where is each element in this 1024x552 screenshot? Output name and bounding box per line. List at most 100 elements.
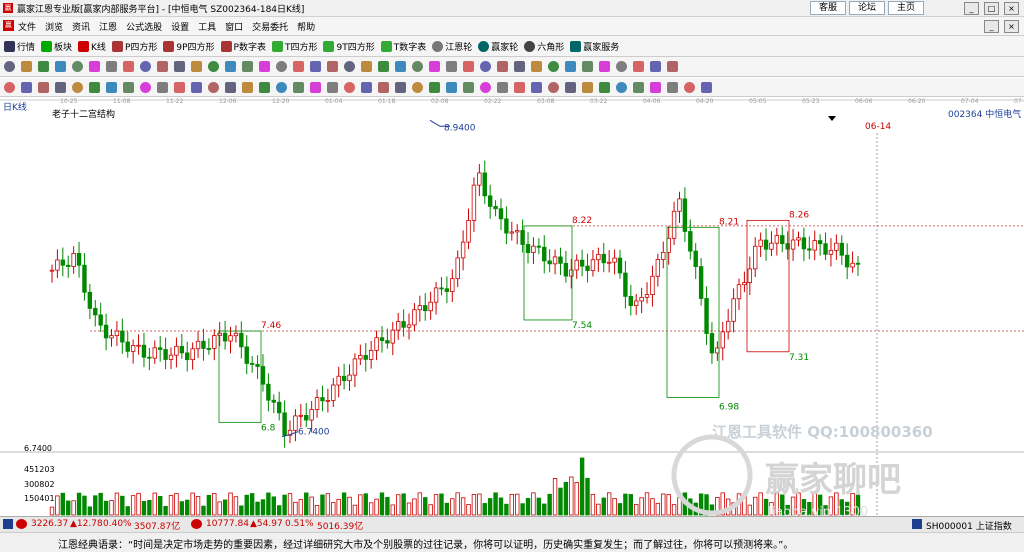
tool-icon-2-38[interactable] bbox=[650, 61, 661, 72]
tool-icon-2-30[interactable] bbox=[514, 61, 525, 72]
tool-icon-2-37[interactable] bbox=[633, 61, 644, 72]
tool-icon-2-7[interactable] bbox=[123, 61, 134, 72]
tool-icon-2-6[interactable] bbox=[106, 61, 117, 72]
tool-icon-3-19[interactable] bbox=[327, 81, 338, 93]
child-minimize-button[interactable]: _ bbox=[984, 20, 999, 33]
tool-icon-3-22[interactable] bbox=[378, 81, 389, 93]
tool-icon-2-15[interactable] bbox=[259, 61, 270, 72]
tool-icon-2-24[interactable] bbox=[412, 61, 423, 72]
link-service[interactable]: 客服 bbox=[810, 1, 846, 15]
child-close-button[interactable]: × bbox=[1004, 20, 1019, 33]
tool-icon-3-7[interactable] bbox=[123, 81, 134, 93]
menu-help[interactable]: 帮助 bbox=[297, 20, 315, 33]
tool-kline[interactable]: K线 bbox=[78, 40, 106, 53]
tool-icon-2-36[interactable] bbox=[616, 61, 627, 72]
tool-icon-2-27[interactable] bbox=[463, 61, 474, 72]
tool-icon-3-33[interactable] bbox=[565, 81, 576, 93]
tool-icon-3-17[interactable] bbox=[293, 81, 304, 93]
tool-icon-2-34[interactable] bbox=[582, 61, 593, 72]
tool-icon-3-2[interactable] bbox=[38, 81, 49, 93]
tool-icon-2-11[interactable] bbox=[191, 61, 202, 72]
tool-icon-2-32[interactable] bbox=[548, 61, 559, 72]
tool-icon-3-8[interactable] bbox=[140, 81, 151, 93]
tool-icon-3-1[interactable] bbox=[21, 81, 32, 93]
tool-9t-square[interactable]: 9T四方形 bbox=[323, 40, 375, 53]
tool-icon-3-6[interactable] bbox=[106, 81, 117, 93]
tool-icon-2-17[interactable] bbox=[293, 61, 304, 72]
tool-icon-2-22[interactable] bbox=[378, 61, 389, 72]
tool-9p-square[interactable]: 9P四方形 bbox=[163, 40, 215, 53]
tool-icon-2-33[interactable] bbox=[565, 61, 576, 72]
tool-icon-3-26[interactable] bbox=[446, 81, 457, 93]
tool-icon-3-21[interactable] bbox=[361, 81, 372, 93]
tool-icon-2-20[interactable] bbox=[344, 61, 355, 72]
tool-p-square[interactable]: P四方形 bbox=[111, 40, 157, 53]
link-home[interactable]: 主页 bbox=[888, 1, 924, 15]
tool-service[interactable]: 赢家服务 bbox=[570, 40, 619, 53]
tool-gann-wheel[interactable]: 江恩轮 bbox=[432, 40, 472, 53]
tool-icon-3-36[interactable] bbox=[616, 81, 627, 93]
tool-icon-2-29[interactable] bbox=[497, 61, 508, 72]
tool-icon-3-29[interactable] bbox=[497, 81, 508, 93]
tool-icon-2-2[interactable] bbox=[38, 61, 49, 72]
tool-t-square[interactable]: T四方形 bbox=[271, 40, 317, 53]
menu-browse[interactable]: 浏览 bbox=[45, 20, 63, 33]
menu-file[interactable]: 文件 bbox=[18, 20, 36, 33]
menu-gann[interactable]: 江恩 bbox=[99, 20, 117, 33]
tool-icon-3-41[interactable] bbox=[701, 81, 712, 93]
tool-icon-2-4[interactable] bbox=[72, 61, 83, 72]
tool-hexagon[interactable]: 六角形 bbox=[524, 40, 564, 53]
tool-t-table[interactable]: T数字表 bbox=[380, 40, 426, 53]
tool-icon-2-12[interactable] bbox=[208, 61, 219, 72]
tool-icon-3-25[interactable] bbox=[429, 81, 440, 93]
minimize-button[interactable]: _ bbox=[964, 2, 979, 15]
tool-p-table[interactable]: P数字表 bbox=[220, 40, 266, 53]
tool-icon-3-10[interactable] bbox=[174, 81, 185, 93]
tool-icon-3-31[interactable] bbox=[531, 81, 542, 93]
menu-tools[interactable]: 工具 bbox=[198, 20, 216, 33]
tool-icon-3-18[interactable] bbox=[310, 81, 321, 93]
tool-icon-3-35[interactable] bbox=[599, 81, 610, 93]
tool-icon-3-9[interactable] bbox=[157, 81, 168, 93]
tool-icon-2-28[interactable] bbox=[480, 61, 491, 72]
menu-info[interactable]: 资讯 bbox=[72, 20, 90, 33]
menu-trade[interactable]: 交易委托 bbox=[252, 20, 288, 33]
tool-icon-3-13[interactable] bbox=[225, 81, 236, 93]
tool-icon-2-10[interactable] bbox=[174, 61, 185, 72]
kline-chart[interactable]: 10-25 11-08 11-22 12-06 12-20 01-04 01-18 02-08… bbox=[0, 98, 1024, 520]
tool-icon-3-27[interactable] bbox=[463, 81, 474, 93]
tool-icon-3-16[interactable] bbox=[276, 81, 287, 93]
tool-icon-2-1[interactable] bbox=[21, 61, 32, 72]
close-button[interactable]: × bbox=[1004, 2, 1019, 15]
tool-icon-3-12[interactable] bbox=[208, 81, 219, 93]
tool-icon-3-32[interactable] bbox=[548, 81, 559, 93]
tool-icon-3-23[interactable] bbox=[395, 81, 406, 93]
tool-icon-2-14[interactable] bbox=[242, 61, 253, 72]
tool-icon-3-5[interactable] bbox=[89, 81, 100, 93]
tool-icon-2-3[interactable] bbox=[55, 61, 66, 72]
tool-icon-3-39[interactable] bbox=[667, 81, 678, 93]
tool-icon-2-9[interactable] bbox=[157, 61, 168, 72]
tool-icon-3-15[interactable] bbox=[259, 81, 270, 93]
tool-quotes[interactable]: 行情 bbox=[4, 40, 35, 53]
tool-icon-2-39[interactable] bbox=[667, 61, 678, 72]
maximize-button[interactable]: □ bbox=[984, 2, 999, 15]
tool-icon-3-40[interactable] bbox=[684, 81, 695, 93]
tool-sector[interactable]: 板块 bbox=[41, 40, 72, 53]
tool-icon-2-19[interactable] bbox=[327, 61, 338, 72]
tool-icon-3-14[interactable] bbox=[242, 81, 253, 93]
tool-icon-3-11[interactable] bbox=[191, 81, 202, 93]
tool-icon-3-24[interactable] bbox=[412, 81, 423, 93]
tool-icon-2-18[interactable] bbox=[310, 61, 321, 72]
chart-svg[interactable]: 10-25 11-08 11-22 12-06 12-20 01-04 01-18 02-08… bbox=[0, 98, 1024, 520]
menu-settings[interactable]: 设置 bbox=[171, 20, 189, 33]
tool-icon-2-13[interactable] bbox=[225, 61, 236, 72]
tool-icon-3-30[interactable] bbox=[514, 81, 525, 93]
tool-icon-2-26[interactable] bbox=[446, 61, 457, 72]
tool-icon-2-31[interactable] bbox=[531, 61, 542, 72]
tool-icon-3-3[interactable] bbox=[55, 81, 66, 93]
tool-icon-3-38[interactable] bbox=[650, 81, 661, 93]
tool-icon-2-5[interactable] bbox=[89, 61, 100, 72]
tool-icon-2-0[interactable] bbox=[4, 61, 15, 72]
tool-icon-2-35[interactable] bbox=[599, 61, 610, 72]
